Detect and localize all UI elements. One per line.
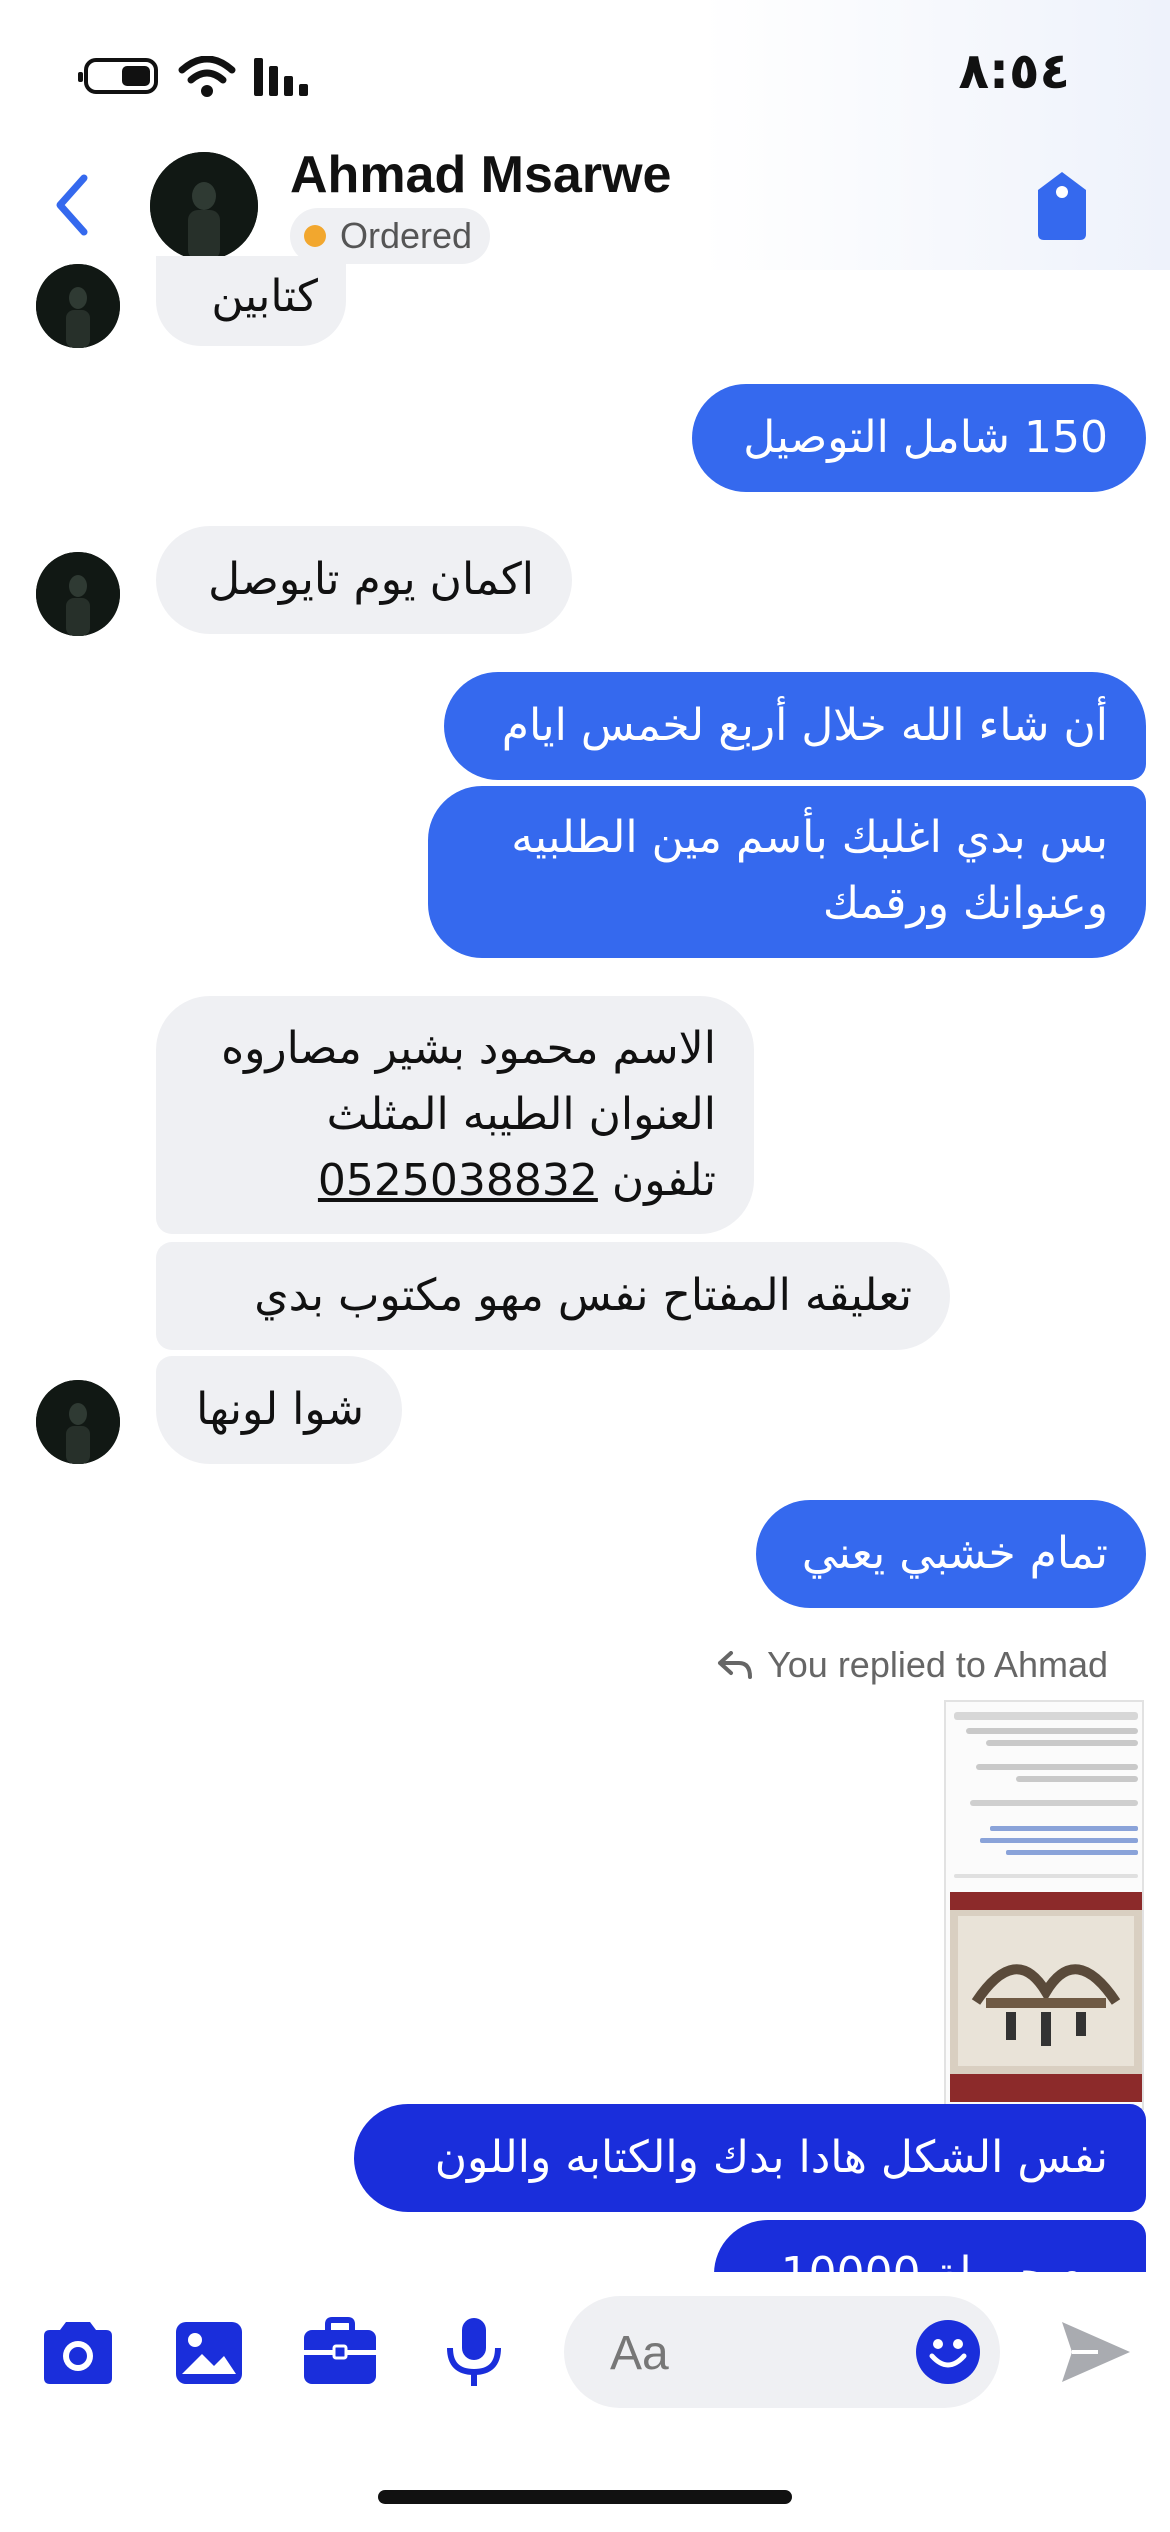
message-bubble-incoming[interactable]: اكمان يوم تايوصل: [156, 526, 572, 634]
gallery-icon[interactable]: [170, 2316, 250, 2388]
sender-avatar[interactable]: [36, 552, 120, 636]
order-status-label: Ordered: [340, 215, 473, 256]
phone-link[interactable]: 0525038832: [318, 1155, 598, 1206]
message-bubble-incoming[interactable]: الاسم محمود بشير مصاروه العنوان الطيبه ا…: [156, 996, 754, 1234]
message-line: الاسم محمود بشير مصاروه: [221, 1023, 716, 1074]
message-bubble-outgoing[interactable]: نفس الشكل هادا بدك والكتابه واللون: [354, 2104, 1146, 2212]
wifi-icon: [178, 56, 236, 97]
status-time: ٨:٥٤: [958, 42, 1070, 100]
camera-icon[interactable]: [38, 2316, 118, 2388]
message-bubble-outgoing[interactable]: 150 شامل التوصيل: [692, 384, 1146, 492]
status-bar: ٨:٥٤: [0, 0, 1170, 150]
phone-label: تلفون: [611, 1155, 716, 1206]
message-line: تلفون 0525038832: [194, 1148, 716, 1214]
message-bubble-incoming[interactable]: تعليقه المفتاح نفس مهو مكتوب بدي: [156, 1242, 950, 1350]
emoji-icon[interactable]: [914, 2318, 982, 2386]
reply-icon: [718, 1651, 753, 1679]
message-bubble-incoming[interactable]: كتابين: [156, 256, 346, 346]
reply-note-text: You replied to Ahmad: [767, 1644, 1108, 1685]
briefcase-icon[interactable]: [300, 2316, 380, 2388]
home-indicator: [378, 2490, 792, 2504]
sender-avatar[interactable]: [36, 264, 120, 348]
message-input-placeholder: Aa: [610, 2327, 669, 2380]
battery-icon: [78, 58, 158, 94]
message-bubble-outgoing[interactable]: تمام خشبي يعني: [756, 1500, 1146, 1608]
message-bubble-incoming[interactable]: شوا لونها: [156, 1356, 402, 1464]
back-icon[interactable]: [48, 170, 98, 240]
message-bubble-outgoing[interactable]: بس بدي اغلبك بأسم مين الطلبيه وعنوانك ور…: [428, 786, 1146, 958]
tag-icon[interactable]: [1032, 168, 1092, 242]
signal-icon: [254, 58, 308, 96]
reply-note: You replied to Ahmad: [717, 1644, 1108, 1686]
contact-avatar[interactable]: [150, 152, 258, 260]
message-bubble-outgoing[interactable]: أن شاء الله خلال أربع لخمس ايام: [444, 672, 1146, 780]
message-line: وعنوانك ورقمك: [822, 878, 1108, 929]
status-dot: [304, 225, 326, 247]
shared-image[interactable]: [944, 1700, 1144, 2110]
sender-avatar[interactable]: [36, 1380, 120, 1464]
message-line: بس بدي اغلبك بأسم مين الطلبيه: [511, 812, 1108, 863]
shared-post-screenshot: [946, 1702, 1142, 2108]
send-icon[interactable]: [1058, 2316, 1134, 2388]
microphone-icon[interactable]: [434, 2316, 514, 2388]
message-line: العنوان الطيبه المثلث: [326, 1089, 716, 1140]
contact-name[interactable]: Ahmad Msarwe: [290, 145, 671, 205]
